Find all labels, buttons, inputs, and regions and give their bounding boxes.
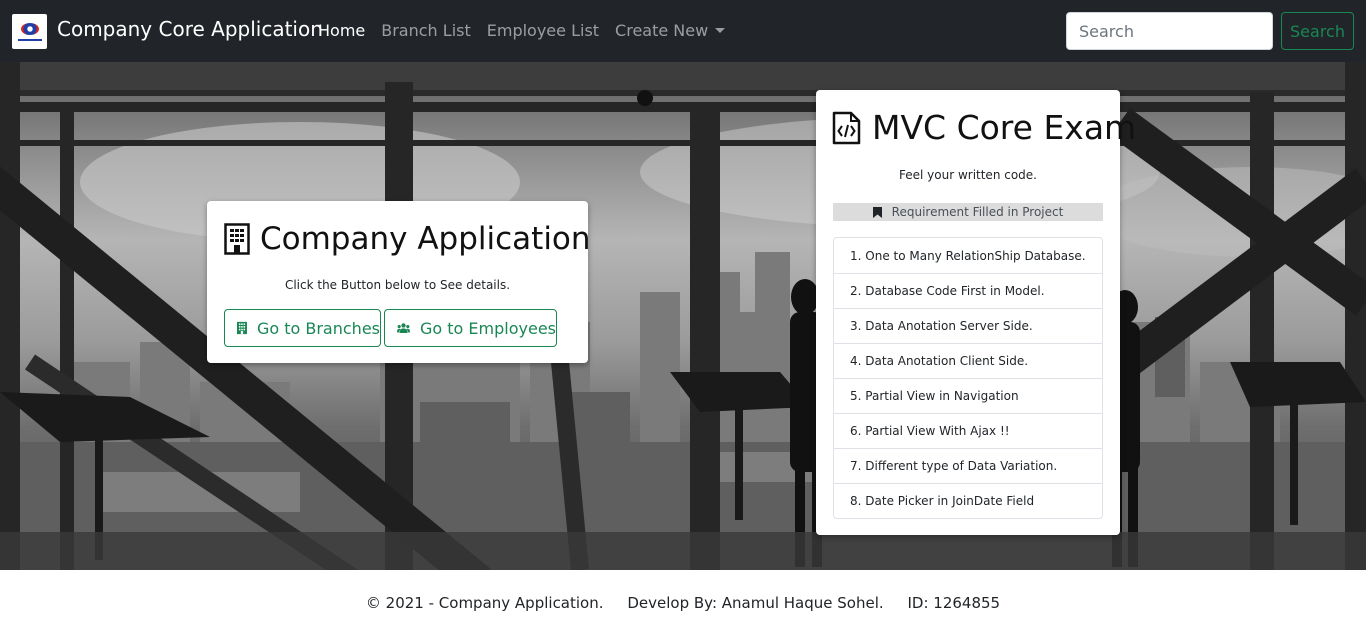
logo-mark — [20, 22, 39, 35]
exam-card-title: MVC Core Exam — [872, 108, 1137, 147]
company-card-title: Company Application — [260, 221, 591, 257]
logo-caption — [17, 38, 42, 41]
list-item: 6. Partial View With Ajax !! — [834, 413, 1102, 448]
brand-logo[interactable] — [12, 14, 47, 49]
brand-name[interactable]: Company Core Application — [57, 17, 323, 41]
requirement-header: Requirement Filled in Project — [833, 203, 1103, 221]
company-card-title-row: Company Application — [224, 221, 591, 257]
nav-link-home[interactable]: Home — [318, 21, 365, 40]
search-button[interactable]: Search — [1281, 12, 1354, 50]
bookmark-icon — [872, 206, 882, 218]
navbar: Company Core Application Home Branch Lis… — [0, 0, 1366, 62]
building-icon — [224, 223, 250, 255]
nav-dropdown-create-new[interactable]: Create New — [615, 21, 726, 40]
office-window-illustration — [0, 62, 1366, 570]
nav-menu: Home Branch List Employee List Create Ne… — [318, 21, 741, 40]
footer: © 2021 - Company Application. Develop By… — [0, 570, 1366, 635]
list-item: 2. Database Code First in Model. — [834, 273, 1102, 308]
list-item: 5. Partial View in Navigation — [834, 378, 1102, 413]
footer-text: © 2021 - Company Application. Develop By… — [365, 594, 1001, 612]
go-to-branches-label: Go to Branches — [256, 318, 380, 338]
go-to-employees-label: Go to Employees — [420, 318, 556, 338]
list-item: 1. One to Many RelationShip Database. — [850, 248, 1086, 263]
list-item: 3. Data Anotation Server Side. — [834, 308, 1102, 343]
company-card-subtitle: Click the Button below to See details. — [284, 278, 511, 292]
search-input[interactable] — [1066, 12, 1273, 50]
list-item: 7. Different type of Data Variation. — [834, 448, 1102, 483]
exam-card-subtitle: Feel your written code. — [898, 168, 1037, 182]
hero-background — [0, 62, 1366, 570]
nav-link-employee-list[interactable]: Employee List — [487, 21, 599, 40]
building-icon — [237, 321, 247, 335]
requirement-list: 1. One to Many RelationShip Database. 2.… — [833, 237, 1103, 519]
go-to-employees-button[interactable]: Go to Employees — [384, 309, 557, 347]
users-icon — [397, 323, 410, 334]
mvc-core-exam-card: MVC Core Exam Feel your written code. Re… — [816, 90, 1136, 535]
caret-down-icon — [715, 27, 726, 33]
company-application-card: Company Application Click the Button bel… — [207, 201, 591, 363]
list-item: 8. Date Picker in JoinDate Field — [834, 483, 1102, 518]
go-to-branches-button[interactable]: Go to Branches — [224, 309, 381, 347]
code-file-icon — [832, 111, 861, 144]
exam-card-title-row: MVC Core Exam — [832, 108, 1136, 147]
nav-link-branch-list[interactable]: Branch List — [381, 21, 471, 40]
requirement-header-label: Requirement Filled in Project — [891, 205, 1064, 219]
list-item: 4. Data Anotation Client Side. — [834, 343, 1102, 378]
create-new-label: Create New — [615, 21, 709, 40]
